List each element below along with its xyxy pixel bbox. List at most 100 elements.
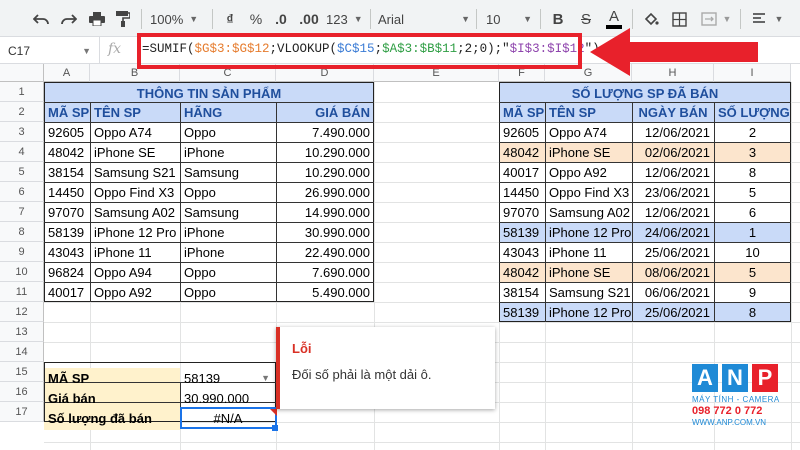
lookup-price-value[interactable]: 30.990.000 [180, 388, 276, 408]
product-cell[interactable]: Samsung [180, 202, 276, 222]
product-cell[interactable]: iPhone [180, 222, 276, 242]
row-header[interactable]: 1 [0, 82, 44, 102]
product-cell[interactable]: Oppo [180, 282, 276, 302]
sales-cell[interactable]: 48042 [499, 262, 545, 282]
product-cell[interactable]: iPhone SE [90, 142, 180, 162]
product-cell[interactable]: Oppo [180, 182, 276, 202]
sales-cell[interactable]: 40017 [499, 162, 545, 182]
sales-cell[interactable]: 8 [714, 302, 791, 322]
row-header[interactable]: 17 [0, 402, 44, 422]
product-cell[interactable]: 14450 [44, 182, 90, 202]
sales-cell[interactable]: 25/06/2021 [632, 242, 714, 262]
sales-cell[interactable]: 9 [714, 282, 791, 302]
row-header[interactable]: 10 [0, 262, 44, 282]
sales-cell[interactable]: 10 [714, 242, 791, 262]
product-cell[interactable]: iPhone [180, 142, 276, 162]
sales-column-header[interactable]: TÊN SP [545, 102, 632, 122]
sales-cell[interactable]: 48042 [499, 142, 545, 162]
sales-cell[interactable]: 92605 [499, 122, 545, 142]
bold-button[interactable]: B [548, 8, 568, 30]
sales-cell[interactable]: 25/06/2021 [632, 302, 714, 322]
product-column-header[interactable]: MÃ SP [44, 102, 90, 122]
sales-cell[interactable]: iPhone SE [545, 262, 632, 282]
select-all-corner[interactable] [0, 64, 44, 82]
product-cell[interactable]: 97070 [44, 202, 90, 222]
fill-handle[interactable] [272, 425, 278, 431]
sales-cell[interactable]: Oppo A74 [545, 122, 632, 142]
row-header[interactable]: 16 [0, 382, 44, 402]
row-header[interactable]: 7 [0, 202, 44, 222]
number-format-select[interactable]: 123 ▼ [326, 8, 363, 30]
font-family-select[interactable]: Arial ▼ [378, 8, 470, 30]
sales-cell[interactable]: 24/06/2021 [632, 222, 714, 242]
product-cell[interactable]: 5.490.000 [276, 282, 374, 302]
row-header[interactable]: 9 [0, 242, 44, 262]
decrease-decimal-button[interactable]: .0 [270, 8, 292, 30]
sales-cell[interactable]: 23/06/2021 [632, 182, 714, 202]
sales-cell[interactable]: 5 [714, 262, 791, 282]
print-icon[interactable] [86, 8, 108, 30]
row-header[interactable]: 8 [0, 222, 44, 242]
row-header[interactable]: 6 [0, 182, 44, 202]
name-box[interactable]: C17 ▼ [0, 37, 100, 64]
sales-cell[interactable]: 43043 [499, 242, 545, 262]
sales-cell[interactable]: 6 [714, 202, 791, 222]
product-column-header[interactable]: GIÁ BÁN [276, 102, 374, 122]
sales-cell[interactable]: Samsung S21 [545, 282, 632, 302]
sales-cell[interactable]: 97070 [499, 202, 545, 222]
product-cell[interactable]: iPhone [180, 242, 276, 262]
product-cell[interactable]: iPhone 11 [90, 242, 180, 262]
row-header[interactable]: 4 [0, 142, 44, 162]
sales-cell[interactable]: 14450 [499, 182, 545, 202]
sales-cell[interactable]: 58139 [499, 302, 545, 322]
product-cell[interactable]: Samsung S21 [90, 162, 180, 182]
product-cell[interactable]: 30.990.000 [276, 222, 374, 242]
undo-icon[interactable] [30, 8, 52, 30]
product-cell[interactable]: 22.490.000 [276, 242, 374, 262]
sales-column-header[interactable]: SỐ LƯỢNG [714, 102, 791, 122]
sales-cell[interactable]: 06/06/2021 [632, 282, 714, 302]
increase-decimal-button[interactable]: .00 [296, 8, 322, 30]
product-cell[interactable]: Samsung [180, 162, 276, 182]
product-cell[interactable]: 48042 [44, 142, 90, 162]
product-cell[interactable]: Oppo [180, 262, 276, 282]
sales-column-header[interactable]: NGÀY BÁN [632, 102, 714, 122]
product-cell[interactable]: Oppo Find X3 [90, 182, 180, 202]
zoom-select[interactable]: 100% ▼ [150, 8, 198, 30]
sales-cell[interactable]: iPhone SE [545, 142, 632, 162]
sales-cell[interactable]: 12/06/2021 [632, 122, 714, 142]
product-cell[interactable]: 26.990.000 [276, 182, 374, 202]
product-cell[interactable]: 10.290.000 [276, 142, 374, 162]
product-cell[interactable]: 7.690.000 [276, 262, 374, 282]
sales-cell[interactable]: iPhone 12 Pro [545, 222, 632, 242]
lookup-code-dropdown[interactable]: 58139 ▼ [180, 368, 276, 388]
product-cell[interactable]: 38154 [44, 162, 90, 182]
product-column-header[interactable]: HÃNG [180, 102, 276, 122]
sales-cell[interactable]: 08/06/2021 [632, 262, 714, 282]
column-header[interactable]: A [44, 64, 90, 82]
sales-column-header[interactable]: MÃ SP [499, 102, 545, 122]
sales-cell[interactable]: 58139 [499, 222, 545, 242]
font-size-select[interactable]: 10 ▼ [486, 8, 532, 30]
product-cell[interactable]: 40017 [44, 282, 90, 302]
sales-cell[interactable]: 3 [714, 142, 791, 162]
product-cell[interactable]: iPhone 12 Pro [90, 222, 180, 242]
paint-format-icon[interactable] [112, 8, 134, 30]
product-cell[interactable]: 14.990.000 [276, 202, 374, 222]
row-header[interactable]: 12 [0, 302, 44, 322]
redo-icon[interactable] [58, 8, 80, 30]
sales-cell[interactable]: iPhone 12 Pro [545, 302, 632, 322]
percent-button[interactable]: % [246, 8, 266, 30]
product-cell[interactable]: Oppo A74 [90, 122, 180, 142]
product-cell[interactable]: 7.490.000 [276, 122, 374, 142]
product-cell[interactable]: 96824 [44, 262, 90, 282]
sales-cell[interactable]: Oppo A92 [545, 162, 632, 182]
currency-button[interactable]: ₫ [220, 8, 240, 30]
sales-cell[interactable]: 12/06/2021 [632, 202, 714, 222]
row-header[interactable]: 2 [0, 102, 44, 122]
row-header[interactable]: 13 [0, 322, 44, 342]
sales-cell[interactable]: 12/06/2021 [632, 162, 714, 182]
row-header[interactable]: 14 [0, 342, 44, 362]
product-cell[interactable]: 92605 [44, 122, 90, 142]
sales-cell[interactable]: 38154 [499, 282, 545, 302]
